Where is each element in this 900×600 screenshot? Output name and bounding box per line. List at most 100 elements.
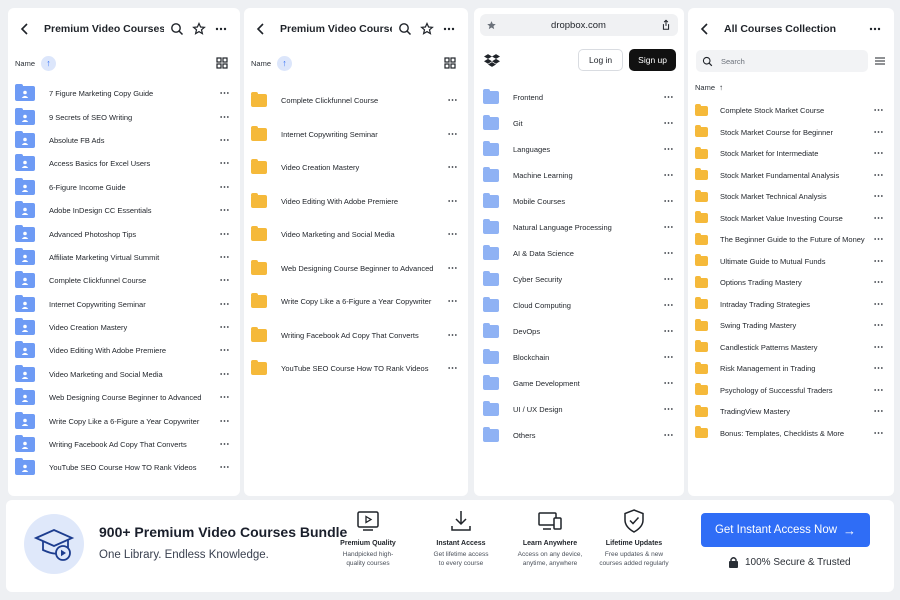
more-icon[interactable]: ⋯: [870, 234, 884, 245]
search-input[interactable]: Search: [696, 50, 868, 72]
more-icon[interactable]: ⋯: [870, 363, 884, 374]
list-item[interactable]: Stock Market for Intermediate ⋯: [688, 143, 894, 165]
list-item[interactable]: Risk Management in Trading ⋯: [688, 358, 894, 380]
list-item[interactable]: Complete Clickfunnel Course ⋯: [244, 84, 468, 118]
search-icon[interactable]: [168, 20, 186, 38]
more-icon[interactable]: ⋯: [660, 196, 674, 207]
more-icon[interactable]: ⋯: [870, 385, 884, 396]
list-item[interactable]: Psychology of Successful Traders ⋯: [688, 380, 894, 402]
list-item[interactable]: Cyber Security ⋯: [474, 266, 684, 292]
list-item[interactable]: Web Designing Course Beginner to Advance…: [8, 386, 240, 409]
list-item[interactable]: Game Development ⋯: [474, 370, 684, 396]
list-item[interactable]: Machine Learning ⋯: [474, 162, 684, 188]
back-icon[interactable]: [696, 20, 714, 38]
share-icon[interactable]: [660, 19, 672, 31]
more-icon[interactable]: ⋯: [216, 322, 230, 333]
list-item[interactable]: Video Creation Mastery ⋯: [244, 151, 468, 185]
list-item[interactable]: Languages ⋯: [474, 136, 684, 162]
list-item[interactable]: Video Marketing and Social Media ⋯: [244, 218, 468, 252]
list-item[interactable]: Adobe InDesign CC Essentials ⋯: [8, 199, 240, 222]
login-button[interactable]: Log in: [577, 49, 624, 71]
list-item[interactable]: Frontend ⋯: [474, 84, 684, 110]
list-item[interactable]: Stock Market Course for Beginner ⋯: [688, 122, 894, 144]
list-item[interactable]: Web Designing Course Beginner to Advance…: [244, 252, 468, 286]
more-icon[interactable]: ⋯: [660, 430, 674, 441]
list-item[interactable]: Options Trading Mastery ⋯: [688, 272, 894, 294]
more-icon[interactable]: ⋯: [660, 326, 674, 337]
list-item[interactable]: Video Marketing and Social Media ⋯: [8, 363, 240, 386]
star-icon[interactable]: [486, 20, 497, 31]
star-icon[interactable]: [190, 20, 208, 38]
list-item[interactable]: Cloud Computing ⋯: [474, 292, 684, 318]
list-item[interactable]: Complete Stock Market Course ⋯: [688, 100, 894, 122]
list-item[interactable]: Git ⋯: [474, 110, 684, 136]
more-icon[interactable]: ⋯: [660, 404, 674, 415]
more-icon[interactable]: ⋯: [216, 392, 230, 403]
list-item[interactable]: AI & Data Science ⋯: [474, 240, 684, 266]
more-icon[interactable]: ⋯: [660, 222, 674, 233]
more-icon[interactable]: ⋯: [660, 170, 674, 181]
list-item[interactable]: Blockchain ⋯: [474, 344, 684, 370]
more-icon[interactable]: ⋯: [216, 275, 230, 286]
more-icon[interactable]: ⋯: [216, 205, 230, 216]
list-item[interactable]: Mobile Courses ⋯: [474, 188, 684, 214]
more-icon[interactable]: ⋯: [444, 263, 458, 274]
list-item[interactable]: 7 Figure Marketing Copy Guide ⋯: [8, 82, 240, 105]
name-column-header[interactable]: Name: [251, 59, 271, 68]
more-icon[interactable]: [866, 20, 884, 38]
more-icon[interactable]: ⋯: [870, 191, 884, 202]
list-item[interactable]: Swing Trading Mastery ⋯: [688, 315, 894, 337]
name-column-header[interactable]: Name: [15, 59, 35, 68]
more-icon[interactable]: ⋯: [216, 88, 230, 99]
list-item[interactable]: Writing Facebook Ad Copy That Converts ⋯: [8, 433, 240, 456]
more-icon[interactable]: ⋯: [444, 296, 458, 307]
list-item[interactable]: Stock Market Fundamental Analysis ⋯: [688, 165, 894, 187]
more-icon[interactable]: ⋯: [870, 428, 884, 439]
sort-arrow-icon[interactable]: ↑: [277, 55, 293, 71]
more-icon[interactable]: ⋯: [660, 144, 674, 155]
search-icon[interactable]: [396, 20, 414, 38]
list-item[interactable]: Writing Facebook Ad Copy That Converts ⋯: [244, 319, 468, 353]
more-icon[interactable]: ⋯: [216, 462, 230, 473]
list-item[interactable]: Internet Copywriting Seminar ⋯: [244, 118, 468, 152]
more-icon[interactable]: ⋯: [870, 277, 884, 288]
more-icon[interactable]: ⋯: [870, 127, 884, 138]
more-icon[interactable]: ⋯: [444, 162, 458, 173]
more-icon[interactable]: ⋯: [216, 135, 230, 146]
more-icon[interactable]: ⋯: [216, 439, 230, 450]
more-icon[interactable]: ⋯: [444, 363, 458, 374]
list-item[interactable]: Video Editing With Adobe Premiere ⋯: [8, 339, 240, 362]
list-item[interactable]: YouTube SEO Course How TO Rank Videos ⋯: [244, 352, 468, 386]
more-icon[interactable]: ⋯: [660, 274, 674, 285]
list-item[interactable]: The Beginner Guide to the Future of Mone…: [688, 229, 894, 251]
more-icon[interactable]: ⋯: [216, 252, 230, 263]
more-icon[interactable]: ⋯: [660, 92, 674, 103]
more-icon[interactable]: ⋯: [660, 248, 674, 259]
list-item[interactable]: 6-Figure Income Guide ⋯: [8, 176, 240, 199]
more-icon[interactable]: ⋯: [216, 299, 230, 310]
more-icon[interactable]: ⋯: [444, 95, 458, 106]
list-item[interactable]: UI / UX Design ⋯: [474, 396, 684, 422]
sort-arrow-icon[interactable]: ↑: [41, 55, 57, 71]
list-item[interactable]: Bonus: Templates, Checklists & More ⋯: [688, 423, 894, 445]
more-icon[interactable]: ⋯: [444, 229, 458, 240]
dropbox-logo-icon[interactable]: [484, 53, 500, 68]
more-icon[interactable]: ⋯: [870, 320, 884, 331]
grid-view-icon[interactable]: [444, 57, 456, 69]
more-icon[interactable]: ⋯: [870, 299, 884, 310]
more-icon[interactable]: ⋯: [870, 406, 884, 417]
list-item[interactable]: Write Copy Like a 6-Figure a Year Copywr…: [244, 285, 468, 319]
sort-arrow-icon[interactable]: ↑: [719, 83, 723, 92]
list-item[interactable]: Write Copy Like a 6-Figure a Year Copywr…: [8, 409, 240, 432]
back-icon[interactable]: [16, 20, 34, 38]
list-item[interactable]: Absolute FB Ads ⋯: [8, 129, 240, 152]
more-icon[interactable]: ⋯: [216, 158, 230, 169]
more-icon[interactable]: ⋯: [216, 416, 230, 427]
more-icon[interactable]: ⋯: [216, 182, 230, 193]
more-icon[interactable]: ⋯: [870, 105, 884, 116]
more-icon[interactable]: ⋯: [660, 352, 674, 363]
list-item[interactable]: Affiliate Marketing Virtual Summit ⋯: [8, 246, 240, 269]
name-column-header[interactable]: Name: [695, 83, 715, 92]
list-item[interactable]: Others ⋯: [474, 422, 684, 448]
browser-url-bar[interactable]: dropbox.com: [480, 14, 678, 36]
